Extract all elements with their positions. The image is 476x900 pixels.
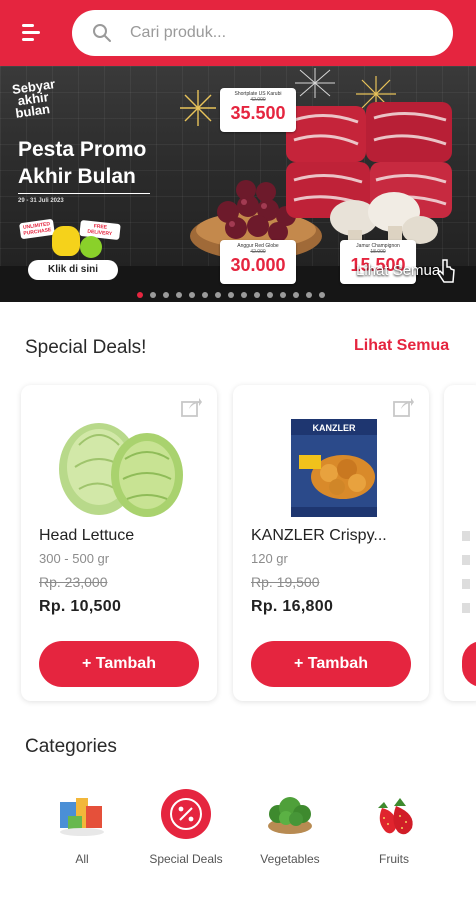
product-old-price: Rp. 23,000 bbox=[39, 574, 108, 590]
product-name: KANZLER Crispy... bbox=[251, 527, 387, 544]
product-weight: 300 - 500 gr bbox=[39, 551, 110, 566]
hamburger-menu-icon[interactable] bbox=[18, 20, 46, 46]
product-price: Rp. 10,500 bbox=[39, 598, 122, 615]
kanzler-package-image: KANZLER bbox=[291, 419, 377, 517]
special-deals-title: Special Deals! bbox=[25, 337, 147, 358]
carousel-dot[interactable] bbox=[228, 292, 234, 298]
carousel-dot[interactable] bbox=[280, 292, 286, 298]
price-tag: Shortplate US Karubi 42.000 35.500 bbox=[220, 88, 296, 132]
all-groceries-icon bbox=[60, 798, 104, 836]
carousel-dot[interactable] bbox=[150, 292, 156, 298]
category-label: Special Deals bbox=[149, 852, 223, 866]
app-header bbox=[0, 0, 476, 66]
share-icon[interactable] bbox=[393, 397, 415, 417]
carousel-dot[interactable] bbox=[254, 292, 260, 298]
svg-text:KANZLER: KANZLER bbox=[313, 423, 356, 433]
category-label: All bbox=[75, 852, 89, 866]
special-deals-see-all-link[interactable]: Lihat Semua bbox=[354, 337, 449, 355]
price-tag: Anggur Red Globe 42.000 30.000 bbox=[220, 240, 296, 284]
promo-banner[interactable]: Sebyar akhir bulan Pesta Promo Akhir Bul… bbox=[0, 66, 476, 302]
category-label: Fruits bbox=[379, 852, 409, 866]
product-price: Rp. 16,800 bbox=[251, 598, 334, 615]
lettuce-image bbox=[59, 423, 183, 517]
product-card-partial[interactable] bbox=[444, 385, 476, 701]
promo-date: 29 - 31 Juli 2023 bbox=[18, 198, 64, 204]
carousel-dot[interactable] bbox=[293, 292, 299, 298]
carousel-dot[interactable] bbox=[241, 292, 247, 298]
firework-icon bbox=[295, 68, 335, 98]
search-input[interactable] bbox=[130, 10, 430, 56]
category-label: Vegetables bbox=[260, 852, 320, 866]
carousel-dot[interactable] bbox=[267, 292, 273, 298]
category-all[interactable]: All bbox=[32, 788, 132, 878]
carousel-dot[interactable] bbox=[215, 292, 221, 298]
promo-title: Pesta Promo Akhir Bulan bbox=[18, 138, 147, 188]
firework-icon bbox=[180, 90, 216, 126]
carousel-dots bbox=[137, 292, 325, 298]
search-icon bbox=[93, 24, 111, 42]
carousel-dot[interactable] bbox=[202, 292, 208, 298]
add-to-cart-button[interactable] bbox=[462, 641, 476, 687]
carousel-dot[interactable] bbox=[137, 292, 143, 298]
categories-title: Categories bbox=[25, 736, 117, 757]
product-name: Head Lettuce bbox=[39, 527, 135, 544]
product-weight: 120 gr bbox=[251, 551, 288, 566]
carousel-dot[interactable] bbox=[306, 292, 312, 298]
vegetables-icon bbox=[268, 797, 312, 834]
mascot-icon bbox=[80, 236, 102, 258]
product-card[interactable]: KANZLER KANZLER Crispy... 120 gr Rp. 19,… bbox=[233, 385, 429, 701]
search-bar[interactable] bbox=[72, 10, 453, 56]
carousel-dot[interactable] bbox=[189, 292, 195, 298]
carousel-dot[interactable] bbox=[163, 292, 169, 298]
banner-see-all-link[interactable]: Lihat Semua bbox=[356, 262, 440, 279]
share-icon[interactable] bbox=[181, 397, 203, 417]
percent-badge-icon bbox=[161, 789, 211, 839]
product-old-price: Rp. 19,500 bbox=[251, 574, 320, 590]
category-vegetables[interactable]: Vegetables bbox=[240, 788, 340, 878]
product-card[interactable]: Head Lettuce 300 - 500 gr Rp. 23,000 Rp.… bbox=[21, 385, 217, 701]
strawberry-icon bbox=[378, 798, 413, 835]
mascot-icon bbox=[52, 226, 80, 256]
carousel-dot[interactable] bbox=[319, 292, 325, 298]
add-to-cart-button[interactable]: + Tambah bbox=[251, 641, 411, 687]
category-special-deals[interactable]: Special Deals bbox=[136, 788, 236, 878]
category-fruits[interactable]: Fruits bbox=[344, 788, 444, 878]
klik-di-sini-button[interactable]: Klik di sini bbox=[28, 260, 118, 280]
hand-pointer-icon bbox=[437, 259, 455, 283]
add-to-cart-button[interactable]: + Tambah bbox=[39, 641, 199, 687]
carousel-dot[interactable] bbox=[176, 292, 182, 298]
